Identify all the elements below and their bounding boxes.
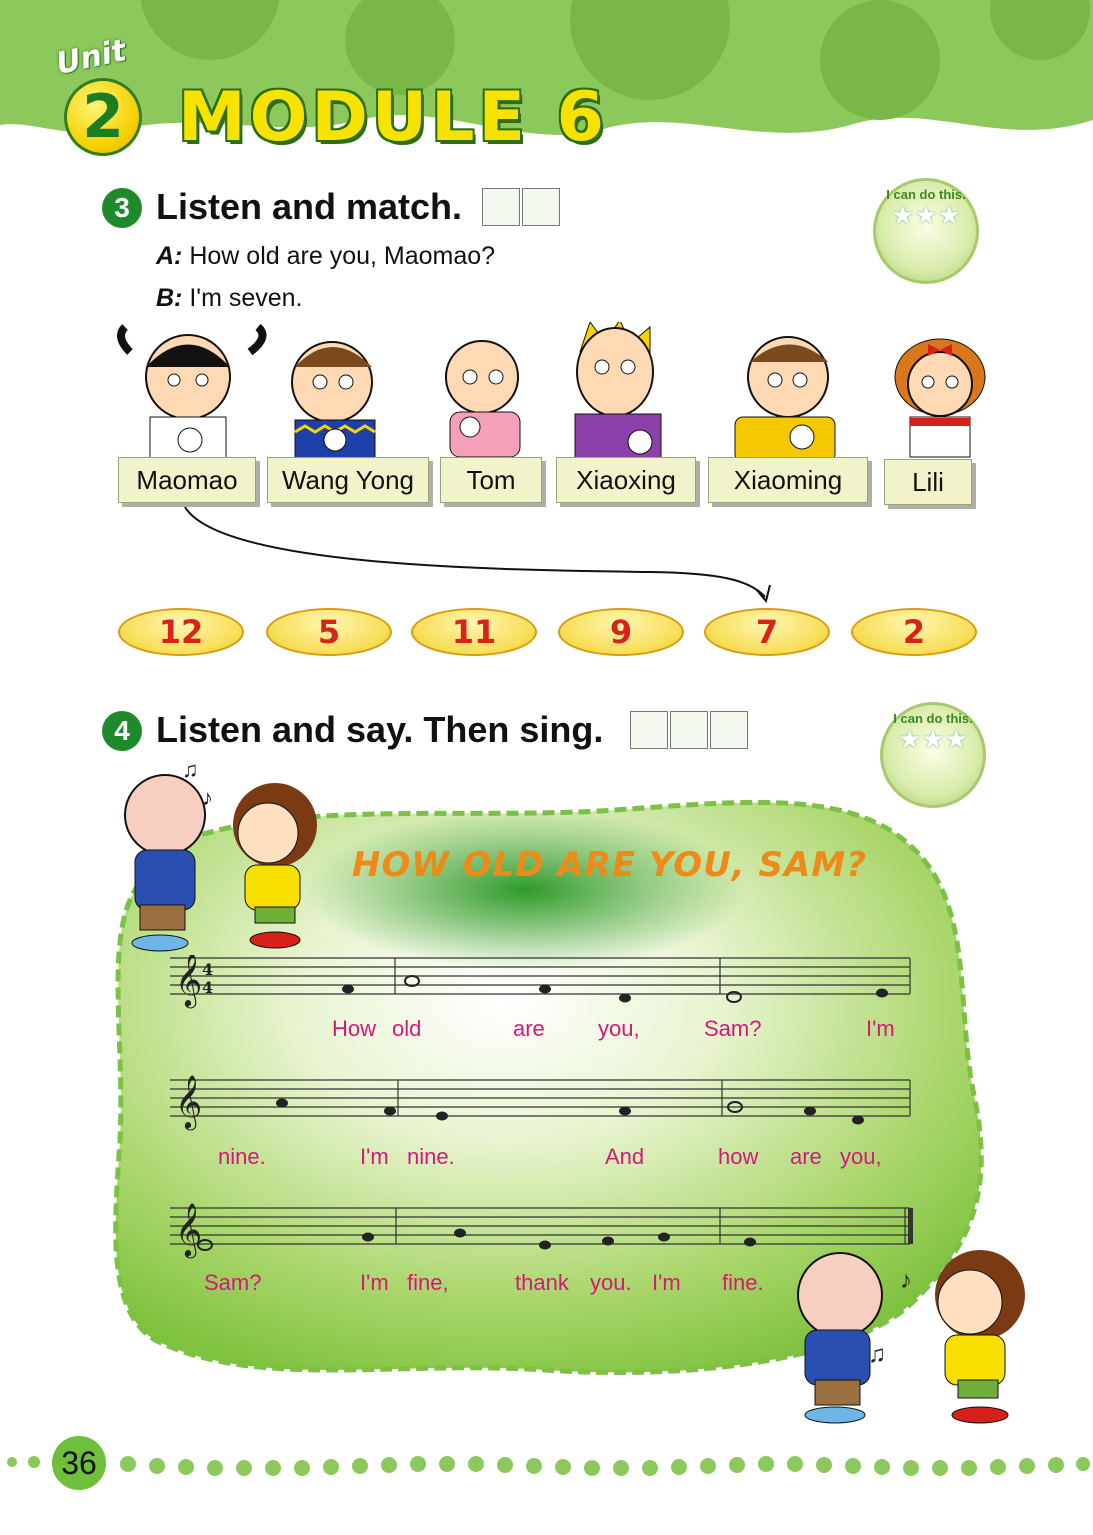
section-4-title: Listen and say. Then sing. (156, 709, 604, 750)
svg-text:𝄞: 𝄞 (175, 955, 202, 1008)
unit-number: 2 (64, 78, 142, 156)
module-title: MODULE 6 (178, 78, 608, 157)
section-4-number: 4 (102, 711, 142, 751)
wang-yong-figure (291, 341, 376, 462)
lyric-word: how (718, 1144, 759, 1169)
dialog-text-b: I'm seven. (189, 284, 303, 312)
lyric-word: I'm (652, 1270, 681, 1295)
age-option-12[interactable]: 12 (118, 608, 244, 656)
xiaoming-figure (734, 336, 836, 462)
age-option-2[interactable]: 2 (851, 608, 977, 656)
lyric-word: And (605, 1144, 645, 1169)
singing-kids-illustration: ♫ ♪ (124, 757, 317, 952)
music-note-icon: ♫ (868, 1341, 886, 1368)
lyric-word: I'm (866, 1016, 895, 1041)
dialog-text-a: How old are you, Maomao? (189, 242, 496, 270)
name-card-wang-yong[interactable]: Wang Yong (267, 457, 429, 503)
lyric-word: nine. (218, 1144, 266, 1169)
say-icon (670, 711, 708, 749)
sing-icon (710, 711, 748, 749)
lyric-word: thank (515, 1270, 569, 1295)
lyric-word: fine. (722, 1270, 764, 1295)
age-option-11[interactable]: 11 (411, 608, 537, 656)
star-icon: ★★★ (898, 724, 968, 754)
activity-icons-4 (630, 711, 748, 749)
name-card-tom[interactable]: Tom (440, 457, 542, 503)
svg-text:4: 4 (202, 978, 213, 997)
lyric-word: you, (840, 1144, 882, 1169)
lyric-word: are (513, 1016, 545, 1041)
lyric-word: Sam? (204, 1270, 262, 1295)
activity-icons (482, 188, 560, 226)
svg-text:𝄞: 𝄞 (175, 1074, 202, 1130)
lyric-word: I'm (360, 1144, 389, 1169)
lyric-word: How (332, 1016, 377, 1041)
lyric-word: I'm (360, 1270, 389, 1295)
children-illustration (117, 322, 986, 462)
svg-text:4: 4 (202, 960, 213, 979)
lyric-word: you. (590, 1270, 632, 1295)
listen-icon (482, 188, 520, 226)
listen-icon (630, 711, 668, 749)
dialog-line-b: B: I'm seven. (156, 284, 303, 313)
talking-kids-illustration: ♪ ♫ (797, 1250, 1025, 1424)
section-3-title: Listen and match. (156, 186, 463, 227)
music-note-icon: ♫ (182, 757, 199, 782)
maomao-figure (117, 323, 267, 462)
svg-text:𝄞: 𝄞 (175, 1202, 202, 1258)
name-card-maomao[interactable]: Maomao (118, 457, 256, 503)
name-card-xiaoxing[interactable]: Xiaoxing (556, 457, 696, 503)
star-icon: ★★★ (891, 200, 961, 230)
page-number: 36 (52, 1436, 106, 1490)
match-example-arrow (184, 506, 771, 604)
music-score: 𝄞 𝄞 𝄞 44 (170, 955, 913, 1258)
section-3-number: 3 (102, 188, 142, 228)
lyric-word: old (392, 1016, 422, 1041)
speaker-a: A: (156, 242, 183, 270)
age-option-7[interactable]: 7 (704, 608, 830, 656)
lyric-word: you, (598, 1016, 640, 1041)
speaker-b: B: (156, 284, 183, 312)
i-can-do-this-badge: I can do this. ★★★ (873, 178, 979, 284)
name-card-xiaoming[interactable]: Xiaoming (708, 457, 868, 503)
song-title: HOW OLD ARE YOU, SAM? (352, 845, 867, 885)
footer-dots (7, 1456, 1090, 1476)
name-card-lili[interactable]: Lili (884, 459, 972, 505)
lyric-word: are (790, 1144, 822, 1169)
music-note-icon: ♪ (900, 1267, 912, 1294)
dialog-line-a: A: How old are you, Maomao? (156, 242, 495, 271)
age-option-5[interactable]: 5 (266, 608, 392, 656)
tom-figure (445, 340, 521, 458)
match-icon (522, 188, 560, 226)
lyric-word: fine, (407, 1270, 449, 1295)
age-option-9[interactable]: 9 (558, 608, 684, 656)
lyric-word: nine. (407, 1144, 455, 1169)
lili-figure (894, 338, 986, 458)
lyric-word: Sam? (704, 1016, 762, 1041)
xiaoxing-figure (574, 322, 662, 462)
